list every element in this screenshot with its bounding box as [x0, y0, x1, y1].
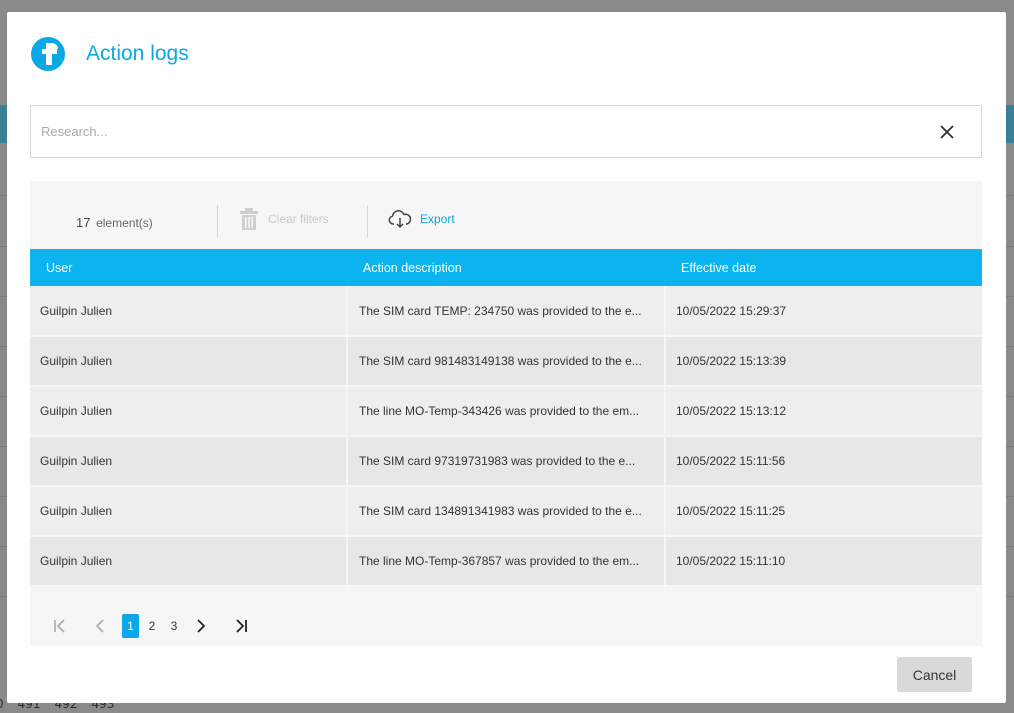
- element-count-unit: element(s): [96, 216, 153, 230]
- logo-icon: [31, 37, 65, 71]
- close-icon: [940, 125, 954, 138]
- cell-user: Guilpin Julien: [30, 336, 348, 387]
- cell-action-description: The line MO-Temp-367857 was provided to …: [347, 536, 666, 587]
- cell-action-description: The SIM card TEMP: 234750 was provided t…: [347, 286, 666, 337]
- column-header-action-description[interactable]: Action description: [347, 249, 665, 286]
- first-page-button[interactable]: [46, 613, 76, 639]
- cell-effective-date: 10/05/2022 15:11:56: [665, 436, 982, 487]
- toolbar-divider: [367, 205, 368, 237]
- modal-header: Action logs: [31, 37, 189, 71]
- modal-title: Action logs: [86, 42, 189, 65]
- page-3-button[interactable]: 3: [163, 613, 185, 639]
- last-page-button[interactable]: [225, 613, 255, 639]
- clear-filters-label: Clear filters: [268, 212, 329, 226]
- cell-action-description: The SIM card 981483149138 was provided t…: [347, 336, 666, 387]
- column-header-effective-date[interactable]: Effective date: [665, 249, 982, 286]
- cell-effective-date: 10/05/2022 15:13:39: [665, 336, 982, 387]
- table-row[interactable]: Guilpin Julien The SIM card TEMP: 234750…: [30, 286, 982, 337]
- chevron-left-icon: [95, 619, 104, 633]
- chevron-right-icon: [197, 619, 206, 633]
- logs-table: User Action description Effective date G…: [30, 249, 982, 587]
- element-count: 17 element(s): [76, 215, 153, 230]
- export-label: Export: [420, 212, 455, 226]
- clear-search-button[interactable]: [927, 112, 967, 152]
- table-header-row: User Action description Effective date: [30, 249, 982, 286]
- last-page-icon: [236, 619, 247, 633]
- page-1-button[interactable]: 1: [122, 614, 139, 638]
- column-header-user[interactable]: User: [30, 249, 347, 286]
- table-row[interactable]: Guilpin Julien The SIM card 134891341983…: [30, 486, 982, 537]
- table-toolbar: 17 element(s) Clear filters Export: [30, 181, 982, 249]
- logs-panel: 17 element(s) Clear filters Export User …: [30, 181, 982, 646]
- search-box: [30, 105, 982, 158]
- table-row[interactable]: Guilpin Julien The SIM card 97319731983 …: [30, 436, 982, 487]
- cell-action-description: The SIM card 134891341983 was provided t…: [347, 486, 666, 537]
- trash-icon: [240, 208, 258, 230]
- clear-filters-button[interactable]: Clear filters: [240, 207, 329, 231]
- first-page-icon: [54, 619, 65, 633]
- cell-user: Guilpin Julien: [30, 536, 348, 587]
- cancel-button[interactable]: Cancel: [897, 657, 972, 692]
- page-2-button[interactable]: 2: [141, 613, 163, 639]
- cell-effective-date: 10/05/2022 15:29:37: [665, 286, 982, 337]
- pagination: 1 2 3: [46, 613, 255, 639]
- search-input[interactable]: [31, 106, 927, 157]
- background-page: 0: [0, 697, 4, 713]
- cell-effective-date: 10/05/2022 15:13:12: [665, 386, 982, 437]
- cloud-download-icon: [388, 210, 412, 229]
- cell-action-description: The SIM card 97319731983 was provided to…: [347, 436, 666, 487]
- cell-action-description: The line MO-Temp-343426 was provided to …: [347, 386, 666, 437]
- cell-user: Guilpin Julien: [30, 486, 348, 537]
- export-button[interactable]: Export: [388, 209, 455, 229]
- cell-user: Guilpin Julien: [30, 436, 348, 487]
- cell-user: Guilpin Julien: [30, 286, 348, 337]
- next-page-button[interactable]: [185, 613, 215, 639]
- action-logs-modal: Action logs 17 element(s): [7, 12, 1006, 703]
- table-row[interactable]: Guilpin Julien The line MO-Temp-343426 w…: [30, 386, 982, 437]
- cell-user: Guilpin Julien: [30, 386, 348, 437]
- table-row[interactable]: Guilpin Julien The line MO-Temp-367857 w…: [30, 536, 982, 587]
- element-count-value: 17: [76, 215, 91, 230]
- cell-effective-date: 10/05/2022 15:11:25: [665, 486, 982, 537]
- table-row[interactable]: Guilpin Julien The SIM card 981483149138…: [30, 336, 982, 387]
- previous-page-button[interactable]: [86, 613, 116, 639]
- cell-effective-date: 10/05/2022 15:11:10: [665, 536, 982, 587]
- toolbar-divider: [217, 205, 218, 237]
